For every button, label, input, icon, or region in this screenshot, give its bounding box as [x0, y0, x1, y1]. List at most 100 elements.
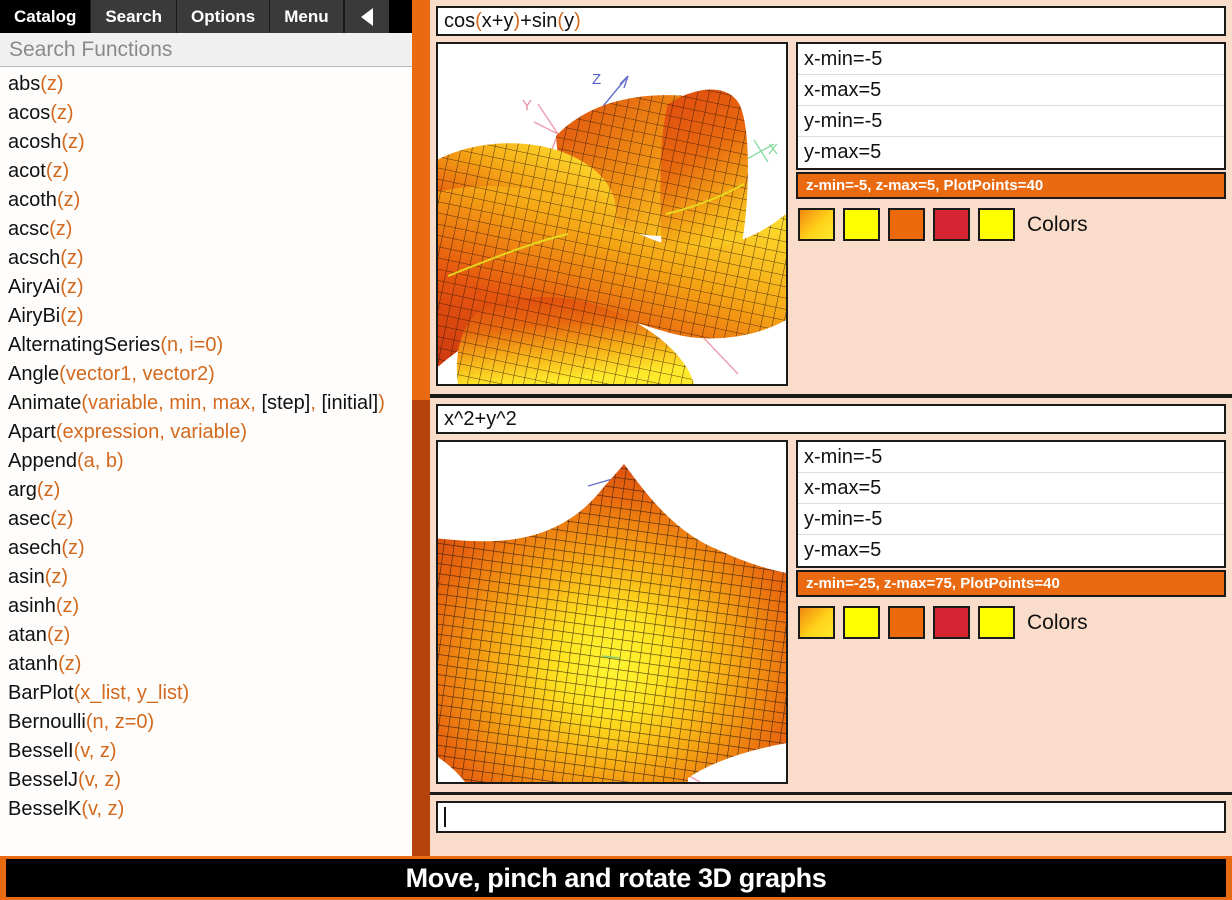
- function-args: (variable, min, max,: [81, 392, 261, 414]
- console-separator: [430, 792, 1232, 795]
- function-args: (z): [49, 218, 72, 240]
- function-list-item[interactable]: abs(z): [0, 70, 412, 99]
- function-list-item[interactable]: acoth(z): [0, 186, 412, 215]
- function-list-item[interactable]: atanh(z): [0, 650, 412, 679]
- function-list-item[interactable]: BesselI(v, z): [0, 737, 412, 766]
- formula-text-1: cos(x+y)+sin(y): [444, 10, 581, 33]
- tab-menu-label: Menu: [284, 7, 328, 27]
- color-gradient-preview-2[interactable]: [798, 606, 835, 639]
- function-name: abs: [8, 73, 40, 95]
- function-list-item[interactable]: BesselK(v, z): [0, 795, 412, 824]
- function-name: acsc: [8, 218, 49, 240]
- function-list[interactable]: abs(z)acos(z)acosh(z)acot(z)acoth(z)acsc…: [0, 67, 412, 856]
- tab-catalog-label: Catalog: [14, 7, 76, 27]
- colors-label-2: Colors: [1027, 611, 1088, 635]
- function-list-item[interactable]: acosh(z): [0, 128, 412, 157]
- color-swatch-2-3[interactable]: [888, 606, 925, 639]
- function-list-item[interactable]: atan(z): [0, 621, 412, 650]
- function-args: (expression, variable): [56, 421, 247, 443]
- function-list-item[interactable]: AlternatingSeries(n, i=0): [0, 331, 412, 360]
- console-area: [430, 795, 1232, 839]
- tab-options[interactable]: Options: [177, 0, 270, 33]
- y-max-field-2[interactable]: y-max=5: [798, 535, 1224, 566]
- function-list-item[interactable]: asech(z): [0, 534, 412, 563]
- function-name: BarPlot: [8, 682, 74, 704]
- function-args: (v, z): [78, 769, 121, 791]
- panel-divider[interactable]: [412, 0, 430, 856]
- color-swatch-1-4[interactable]: [933, 208, 970, 241]
- y-min-field-1[interactable]: y-min=-5: [798, 106, 1224, 137]
- function-args: (n, i=0): [160, 334, 223, 356]
- function-args: (z): [56, 595, 79, 617]
- function-list-item[interactable]: asec(z): [0, 505, 412, 534]
- plot-canvas-1[interactable]: Y Z X: [436, 42, 788, 386]
- ad-banner[interactable]: Move, pinch and rotate 3D graphs: [0, 856, 1232, 900]
- function-list-item[interactable]: AiryAi(z): [0, 273, 412, 302]
- function-list-item[interactable]: Angle(vector1, vector2): [0, 360, 412, 389]
- function-list-item[interactable]: acsc(z): [0, 215, 412, 244]
- function-name: acsch: [8, 247, 60, 269]
- function-args: (v, z): [81, 798, 124, 820]
- function-list-item[interactable]: BesselJ(v, z): [0, 766, 412, 795]
- z-range-bar-2[interactable]: z-min=-25, z-max=75, PlotPoints=40: [796, 570, 1226, 597]
- function-list-item[interactable]: asinh(z): [0, 592, 412, 621]
- color-swatch-1-2[interactable]: [843, 208, 880, 241]
- function-list-item[interactable]: Bernoulli(n, z=0): [0, 708, 412, 737]
- color-swatch-2-4[interactable]: [933, 606, 970, 639]
- function-list-item[interactable]: Animate(variable, min, max, [step], [ini…: [0, 389, 412, 418]
- color-swatches-1: Colors: [796, 208, 1226, 241]
- function-name: AlternatingSeries: [8, 334, 160, 356]
- color-gradient-preview-1[interactable]: [798, 208, 835, 241]
- function-list-item[interactable]: Apart(expression, variable): [0, 418, 412, 447]
- function-args: (z): [47, 624, 70, 646]
- color-swatch-2-2[interactable]: [843, 606, 880, 639]
- function-list-item[interactable]: asin(z): [0, 563, 412, 592]
- color-swatch-1-5[interactable]: [978, 208, 1015, 241]
- function-args: (z): [60, 276, 83, 298]
- formula-input-1[interactable]: cos(x+y)+sin(y): [436, 6, 1226, 36]
- tab-search-label: Search: [105, 7, 162, 27]
- text-caret: [444, 807, 446, 827]
- search-placeholder: Search Functions: [9, 38, 172, 62]
- z-range-bar-1[interactable]: z-min=-5, z-max=5, PlotPoints=40: [796, 172, 1226, 199]
- color-swatches-2: Colors: [796, 606, 1226, 639]
- surface-plot-wave: Y Z X: [438, 44, 786, 384]
- function-args: (z): [57, 189, 80, 211]
- tab-search[interactable]: Search: [91, 0, 177, 33]
- colors-label-1: Colors: [1027, 213, 1088, 237]
- color-swatch-1-3[interactable]: [888, 208, 925, 241]
- function-list-item[interactable]: AiryBi(z): [0, 302, 412, 331]
- formula-input-2[interactable]: x^2+y^2: [436, 404, 1226, 434]
- function-args: (a, b): [77, 450, 124, 472]
- function-list-item[interactable]: BarPlot(x_list, y_list): [0, 679, 412, 708]
- function-list-item[interactable]: acsch(z): [0, 244, 412, 273]
- search-input[interactable]: Search Functions: [0, 33, 412, 67]
- x-max-field-1[interactable]: x-max=5: [798, 75, 1224, 106]
- function-args: (z): [37, 479, 60, 501]
- x-min-field-2[interactable]: x-min=-5: [798, 442, 1224, 473]
- function-list-item[interactable]: arg(z): [0, 476, 412, 505]
- tab-menu[interactable]: Menu: [270, 0, 343, 33]
- function-args: [initial]: [321, 392, 378, 414]
- function-args: (vector1, vector2): [59, 363, 215, 385]
- function-args: (z): [50, 508, 73, 530]
- x-min-field-1[interactable]: x-min=-5: [798, 44, 1224, 75]
- function-name: Apart: [8, 421, 56, 443]
- y-max-field-1[interactable]: y-max=5: [798, 137, 1224, 168]
- plot-canvas-2[interactable]: [436, 440, 788, 784]
- collapse-panel-button[interactable]: [344, 0, 389, 33]
- function-list-item[interactable]: Append(a, b): [0, 447, 412, 476]
- app-root: Catalog Search Options Menu Search Funct…: [0, 0, 1232, 900]
- function-list-item[interactable]: acos(z): [0, 99, 412, 128]
- y-min-field-2[interactable]: y-min=-5: [798, 504, 1224, 535]
- function-name: arg: [8, 479, 37, 501]
- function-args: ): [378, 392, 385, 414]
- function-args: (z): [58, 653, 81, 675]
- graph-params-1: x-min=-5 x-max=5 y-min=-5 y-max=5 z-min=…: [796, 42, 1226, 386]
- function-list-item[interactable]: acot(z): [0, 157, 412, 186]
- x-max-field-2[interactable]: x-max=5: [798, 473, 1224, 504]
- tab-catalog[interactable]: Catalog: [0, 0, 91, 33]
- console-input[interactable]: [436, 801, 1226, 833]
- function-name: AiryAi: [8, 276, 60, 298]
- color-swatch-2-5[interactable]: [978, 606, 1015, 639]
